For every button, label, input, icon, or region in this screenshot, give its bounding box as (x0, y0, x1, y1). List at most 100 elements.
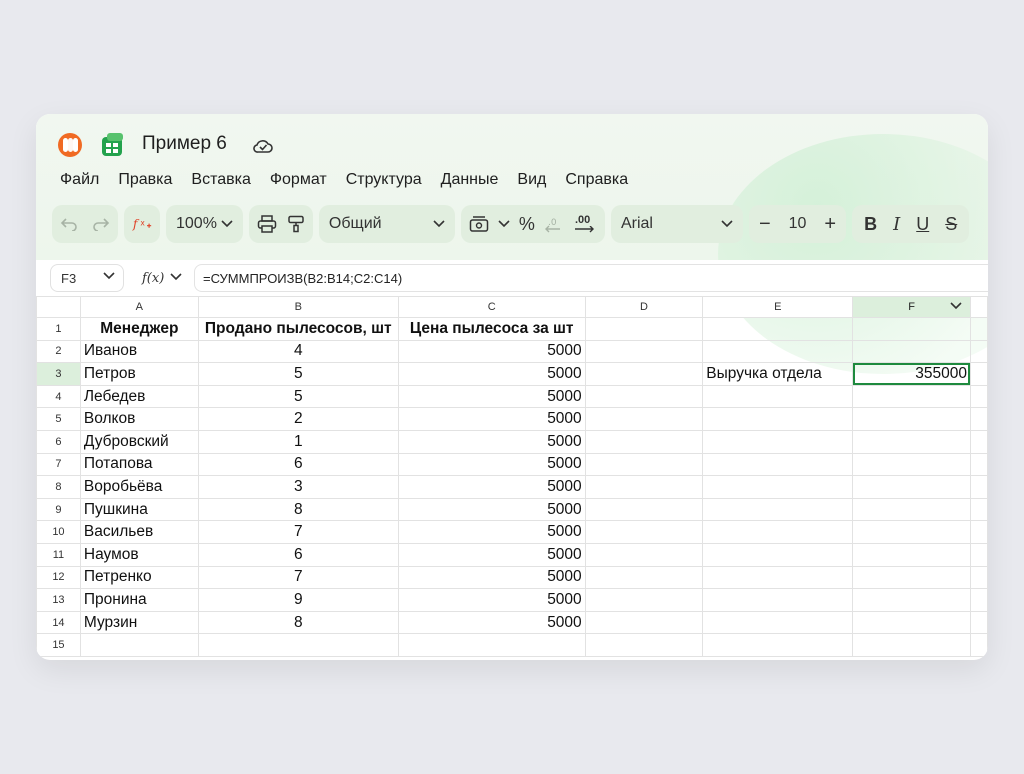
cell[interactable] (852, 317, 971, 341)
cell[interactable] (584, 317, 704, 341)
cell-manager[interactable]: Пушкина (79, 497, 199, 522)
cell[interactable] (852, 610, 971, 635)
row-header[interactable]: 3 (36, 362, 81, 386)
row-header[interactable]: 8 (36, 475, 81, 499)
cell[interactable] (969, 384, 988, 409)
cell[interactable] (969, 407, 988, 431)
cell[interactable] (969, 633, 988, 657)
fx-icon[interactable]: f(x) (142, 268, 164, 286)
cell[interactable] (969, 429, 988, 454)
row-header[interactable]: 1 (36, 317, 81, 341)
cell-price[interactable]: 5000 (397, 520, 586, 544)
chevron-down-icon[interactable] (170, 273, 182, 281)
percent-button[interactable]: % (519, 214, 535, 235)
cell-f3-selected[interactable]: 355000 (852, 362, 971, 386)
bold-button[interactable]: B (864, 214, 877, 235)
cell-sold-count[interactable]: 2 (197, 407, 399, 431)
cell-sold-count[interactable]: 5 (197, 384, 399, 409)
font-size-decrease-button[interactable]: − (759, 214, 771, 234)
chevron-down-icon[interactable] (950, 302, 962, 310)
cell[interactable] (852, 542, 971, 567)
menu-view[interactable]: Вид (517, 171, 546, 189)
row-header[interactable]: 6 (36, 429, 81, 454)
cell-manager[interactable]: Дубровский (79, 429, 199, 454)
cell[interactable] (584, 497, 704, 522)
cell[interactable] (702, 565, 854, 590)
cell-c1[interactable]: Цена пылесоса за шт (397, 317, 586, 341)
strikethrough-button[interactable]: S (945, 214, 957, 235)
cell-manager[interactable]: Лебедев (79, 384, 199, 409)
menu-insert[interactable]: Вставка (191, 171, 250, 189)
cell[interactable] (584, 407, 704, 431)
cell-sold-count[interactable]: 5 (197, 362, 399, 386)
menu-edit[interactable]: Правка (118, 171, 172, 189)
column-header-e[interactable]: E (702, 296, 854, 318)
cell-sold-count[interactable]: 3 (197, 475, 399, 499)
cell[interactable] (702, 452, 854, 477)
cell[interactable] (584, 452, 704, 477)
redo-icon[interactable] (92, 217, 110, 231)
print-icon[interactable] (257, 215, 277, 233)
cell-manager[interactable]: Потапова (79, 452, 199, 477)
cell-sold-count[interactable]: 1 (197, 429, 399, 454)
menu-file[interactable]: Файл (60, 171, 99, 189)
row-header[interactable]: 7 (36, 452, 81, 477)
cell[interactable] (969, 588, 988, 612)
cell[interactable] (702, 588, 854, 612)
row-header[interactable]: 9 (36, 497, 81, 522)
cell[interactable] (969, 565, 988, 590)
cell-price[interactable]: 5000 (397, 407, 586, 431)
zoom-select[interactable]: 100% (166, 205, 243, 243)
cell-sold-count[interactable]: 9 (197, 588, 399, 612)
cell[interactable] (702, 520, 854, 544)
cell[interactable] (852, 452, 971, 477)
cell-price[interactable]: 5000 (397, 542, 586, 567)
cell-manager[interactable]: Петренко (79, 565, 199, 590)
cell[interactable] (702, 542, 854, 567)
cell-price[interactable]: 5000 (397, 565, 586, 590)
cell[interactable] (584, 339, 704, 364)
row-header[interactable]: 11 (36, 542, 81, 567)
menu-help[interactable]: Справка (565, 171, 628, 189)
cell[interactable] (852, 633, 971, 657)
cell-b1[interactable]: Продано пылесосов, шт (197, 317, 399, 341)
font-select[interactable]: Arial (610, 205, 743, 243)
chevron-down-icon[interactable] (498, 220, 510, 228)
column-header-f[interactable]: F (852, 296, 971, 318)
cell[interactable] (852, 588, 971, 612)
cell-manager[interactable]: Наумов (79, 542, 199, 567)
column-header-b[interactable]: B (197, 296, 399, 318)
cell[interactable] (702, 339, 854, 364)
column-header-c[interactable]: C (397, 296, 586, 318)
cell[interactable] (852, 565, 971, 590)
cell-price[interactable]: 5000 (397, 452, 586, 477)
cell[interactable] (852, 497, 971, 522)
font-size-value[interactable]: 10 (789, 215, 807, 233)
formula-input[interactable]: =СУММПРОИЗВ(B2:B14;C2:C14) (194, 264, 988, 292)
cell-price[interactable]: 5000 (397, 429, 586, 454)
cell-manager[interactable]: Иванов (79, 339, 199, 364)
cell-e3[interactable]: Выручка отдела (702, 362, 854, 386)
menu-structure[interactable]: Структура (346, 171, 422, 189)
cell-sold-count[interactable]: 8 (197, 610, 399, 635)
cell[interactable] (584, 384, 704, 409)
row-header[interactable]: 4 (36, 384, 81, 409)
cell[interactable] (584, 429, 704, 454)
cell[interactable] (852, 339, 971, 364)
row-header[interactable]: 14 (36, 610, 81, 635)
cell[interactable] (584, 542, 704, 567)
menu-format[interactable]: Формат (270, 171, 327, 189)
cell-sold-count[interactable]: 8 (197, 497, 399, 522)
cell-manager[interactable]: Волков (79, 407, 199, 431)
cell[interactable] (702, 317, 854, 341)
cell[interactable] (702, 407, 854, 431)
number-format-select[interactable]: Общий (318, 205, 455, 243)
cell[interactable] (397, 633, 586, 657)
cell-sold-count[interactable]: 6 (197, 542, 399, 567)
cell[interactable] (584, 633, 704, 657)
cell[interactable] (852, 407, 971, 431)
cell-sold-count[interactable]: 7 (197, 565, 399, 590)
cell[interactable] (969, 542, 988, 567)
cell-price[interactable]: 5000 (397, 362, 586, 386)
cell[interactable] (969, 497, 988, 522)
